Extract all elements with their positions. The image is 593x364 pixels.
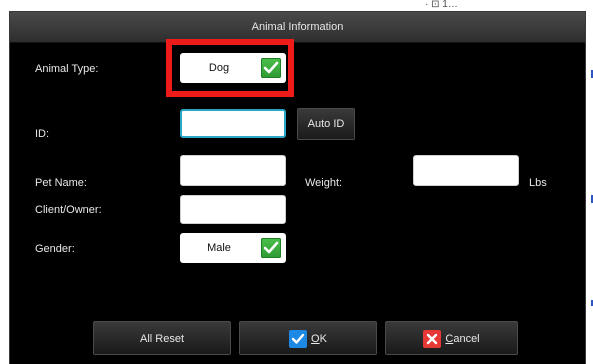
- id-label: ID:: [35, 128, 50, 140]
- pet-name-label: Pet Name:: [35, 177, 87, 189]
- background-partial-text: · ⊡ 1…: [425, 0, 458, 10]
- animal-information-dialog: Animal Information Animal Type: Dog ID: …: [10, 12, 585, 364]
- ok-button[interactable]: OK: [239, 321, 377, 355]
- client-owner-input[interactable]: [180, 195, 286, 224]
- pet-name-input[interactable]: [180, 155, 286, 186]
- weight-unit: Lbs: [529, 177, 547, 189]
- dialog-title: Animal Information: [10, 12, 585, 43]
- gender-select[interactable]: Male: [180, 233, 286, 263]
- animal-type-label: Animal Type:: [35, 63, 99, 75]
- id-input[interactable]: [180, 109, 286, 138]
- check-icon[interactable]: [261, 238, 281, 258]
- cancel-button[interactable]: Cancel: [385, 321, 518, 355]
- weight-label: Weight:: [305, 177, 343, 189]
- all-reset-button[interactable]: All Reset: [93, 321, 231, 355]
- gender-label: Gender:: [35, 243, 75, 255]
- ok-mnemonic: O: [311, 333, 320, 346]
- auto-id-button[interactable]: Auto ID: [297, 108, 355, 140]
- checkbox-checked-icon: [289, 330, 308, 349]
- all-reset-label: All Reset: [139, 333, 185, 346]
- ok-label-rest: K: [319, 333, 327, 346]
- gender-value: Male: [207, 242, 231, 254]
- cancel-label: Cancel: [445, 333, 479, 345]
- close-x-icon: [423, 330, 442, 349]
- client-owner-label: Client/Owner:: [35, 204, 102, 216]
- ok-label: OK: [311, 333, 327, 345]
- selection-highlight: [166, 39, 294, 97]
- weight-input[interactable]: [413, 155, 519, 186]
- cancel-label-rest: ancel: [453, 333, 480, 346]
